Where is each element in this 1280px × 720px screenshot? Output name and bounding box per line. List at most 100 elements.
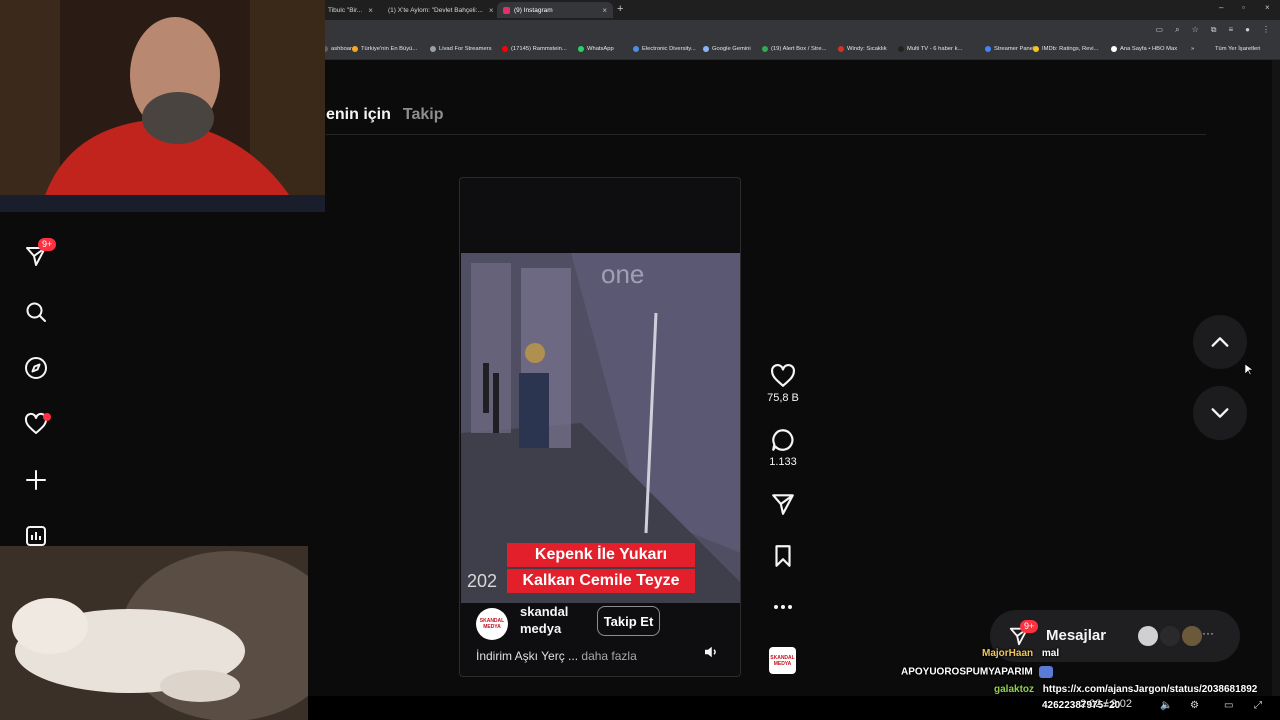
scrollbar[interactable] bbox=[1272, 60, 1280, 696]
like-count: 75,8 B bbox=[767, 392, 799, 404]
chat-user: MajorHaan bbox=[982, 648, 1034, 659]
chat-message: mal bbox=[1041, 648, 1060, 659]
bookmark-icon[interactable] bbox=[770, 543, 796, 569]
bookmark-item[interactable]: Türkiye'nin En Büyü... bbox=[352, 46, 417, 52]
bookmark-item[interactable]: (17145) Rammstein... bbox=[502, 46, 567, 52]
fullscreen-icon[interactable]: ⤢ bbox=[1254, 700, 1262, 711]
maximize-icon[interactable]: ▫ bbox=[1242, 3, 1245, 12]
bookmark-item[interactable]: Windy: Sıcaklık bbox=[838, 46, 887, 52]
account-name[interactable]: skandal medya bbox=[520, 603, 590, 637]
tab-for-you[interactable]: enin için bbox=[326, 106, 391, 124]
reel-video[interactable]: one Kepenk İle Yukarı Kalkan Cemile Teyz… bbox=[461, 253, 740, 603]
messages-badge: 9+ bbox=[1020, 620, 1039, 633]
sidebar-item-messages[interactable]: 9+ bbox=[20, 238, 57, 272]
bookmark-item[interactable]: ashboard bbox=[322, 46, 355, 52]
like-action[interactable]: 75,8 B bbox=[763, 363, 803, 404]
notification-dot bbox=[43, 413, 51, 421]
new-tab-button[interactable]: + bbox=[617, 3, 623, 15]
bookmark-label: Streamer Panel bbox=[994, 46, 1035, 52]
share-action[interactable] bbox=[763, 491, 803, 517]
bookmarks-overflow-button[interactable]: » bbox=[1191, 46, 1194, 52]
description-ellipsis: ... bbox=[564, 649, 582, 663]
more-icon[interactable]: ··· bbox=[1202, 626, 1214, 640]
bookmark-item[interactable]: Ana Sayfa • HBO Max bbox=[1111, 46, 1177, 52]
pet-cam-feed bbox=[0, 546, 308, 720]
chevron-down-icon bbox=[1211, 408, 1229, 418]
browser-tab-active[interactable]: (9) Instagram × bbox=[497, 2, 613, 18]
previous-reel-button[interactable] bbox=[1193, 315, 1247, 369]
webcam-feed bbox=[0, 0, 325, 212]
more-link[interactable]: daha fazla bbox=[581, 649, 636, 663]
chat-message: https://x.com/ajansJargon/status/2038681… bbox=[1042, 684, 1258, 695]
chat-line: APOYUOROSPUMYAPARIM bbox=[901, 666, 1054, 678]
cast-icon[interactable]: ▭ bbox=[1156, 25, 1164, 35]
account-avatar[interactable]: SKANDAL MEDYA bbox=[476, 608, 508, 640]
chevron-up-icon bbox=[1211, 337, 1229, 347]
save-action[interactable] bbox=[763, 543, 803, 569]
bookmark-item[interactable]: Electronic Diversity... bbox=[633, 46, 696, 52]
bookmark-favicon-icon bbox=[1111, 46, 1117, 52]
sidebar-item-create[interactable] bbox=[20, 464, 52, 496]
search-icon bbox=[26, 302, 46, 322]
bookmark-item[interactable]: (19) Alert Box / Stre... bbox=[762, 46, 826, 52]
bookmark-favicon-icon bbox=[838, 46, 844, 52]
messages-label: Mesajlar bbox=[1046, 627, 1107, 644]
sidebar-item-notifications[interactable] bbox=[20, 408, 52, 440]
star-icon[interactable]: ☆ bbox=[1192, 25, 1199, 35]
chat-message: APOYUOROSPUMYAPARIM bbox=[901, 666, 1033, 678]
follow-button[interactable]: Takip Et bbox=[597, 606, 660, 636]
heart-icon[interactable] bbox=[770, 363, 796, 389]
next-reel-button[interactable] bbox=[1193, 386, 1247, 440]
bookmark-item[interactable]: Google Gemini bbox=[703, 46, 751, 52]
volume-icon[interactable]: 🔈 bbox=[1160, 700, 1172, 711]
avatar bbox=[1136, 624, 1160, 648]
bookmark-favicon-icon bbox=[502, 46, 508, 52]
pet-cam-overlay bbox=[0, 546, 308, 720]
sidebar-item-explore[interactable] bbox=[20, 352, 52, 384]
audio-avatar[interactable]: SKANDAL MEDYA bbox=[769, 647, 796, 674]
bookmark-favicon-icon bbox=[578, 46, 584, 52]
bookmark-item[interactable]: Streamer Panel bbox=[985, 46, 1034, 52]
bookmark-item[interactable]: WhatsApp bbox=[578, 46, 614, 52]
zoom-icon[interactable]: ⌕ bbox=[1175, 25, 1179, 35]
comment-action[interactable]: 1.133 bbox=[763, 427, 803, 468]
bookmark-label: Ana Sayfa • HBO Max bbox=[1120, 46, 1178, 52]
reel-footer: SKANDAL MEDYA skandal medya Takip Et İnd… bbox=[460, 603, 740, 676]
close-tab-icon[interactable]: × bbox=[483, 6, 494, 15]
send-icon[interactable] bbox=[770, 491, 796, 517]
tab-following[interactable]: Takip bbox=[403, 106, 444, 124]
volume-icon[interactable] bbox=[702, 643, 720, 661]
bookmark-label: Türkiye'nin En Büyü... bbox=[361, 46, 418, 52]
bookmark-label: (19) Alert Box / Stre... bbox=[771, 46, 827, 52]
all-bookmarks-folder[interactable]: Tüm Yer İşaretleri bbox=[1215, 46, 1260, 52]
pip-icon[interactable]: ▭ bbox=[1224, 700, 1233, 711]
menu-icon[interactable]: ⋮ bbox=[1262, 25, 1270, 35]
browser-tab[interactable]: Tibulc "Bir... × bbox=[322, 2, 374, 18]
close-tab-icon[interactable]: × bbox=[362, 6, 373, 15]
browser-tab[interactable]: (1) X'te Aylom: "Devlet Bahçeli:... × bbox=[378, 2, 494, 18]
comment-icon[interactable] bbox=[770, 427, 796, 453]
bookmark-favicon-icon bbox=[1033, 46, 1039, 52]
profile-icon[interactable]: ● bbox=[1245, 25, 1250, 35]
close-tab-icon[interactable]: × bbox=[596, 6, 607, 15]
more-icon[interactable] bbox=[770, 597, 796, 617]
feed-tabs: enin için Takip bbox=[326, 106, 444, 124]
media-icon[interactable]: ≡ bbox=[1228, 25, 1233, 35]
bookmark-label: Windy: Sıcaklık bbox=[847, 46, 887, 52]
bookmark-item[interactable]: Livad For Streamers bbox=[430, 46, 492, 52]
year-overlay: 202 bbox=[467, 571, 498, 591]
settings-icon[interactable]: ⚙ bbox=[1190, 700, 1199, 711]
instagram-logo-icon bbox=[503, 6, 510, 14]
more-options[interactable] bbox=[763, 597, 803, 617]
minimize-icon[interactable]: – bbox=[1219, 3, 1223, 12]
bookmark-favicon-icon bbox=[898, 46, 904, 52]
extensions-icon[interactable]: ⧉ bbox=[1211, 25, 1217, 35]
bookmark-item[interactable]: IMDb: Ratings, Revi... bbox=[1033, 46, 1098, 52]
close-window-icon[interactable]: × bbox=[1265, 3, 1270, 12]
sidebar-item-search[interactable] bbox=[20, 296, 52, 328]
comment-count: 1.133 bbox=[769, 456, 797, 468]
reel-description: İndirim Aşkı Yerç ... daha fazla bbox=[476, 649, 637, 663]
bookmark-item[interactable]: Multi TV - 6 haber k... bbox=[898, 46, 962, 52]
bookmark-favicon-icon bbox=[703, 46, 709, 52]
video-sign-text: one bbox=[601, 259, 644, 289]
